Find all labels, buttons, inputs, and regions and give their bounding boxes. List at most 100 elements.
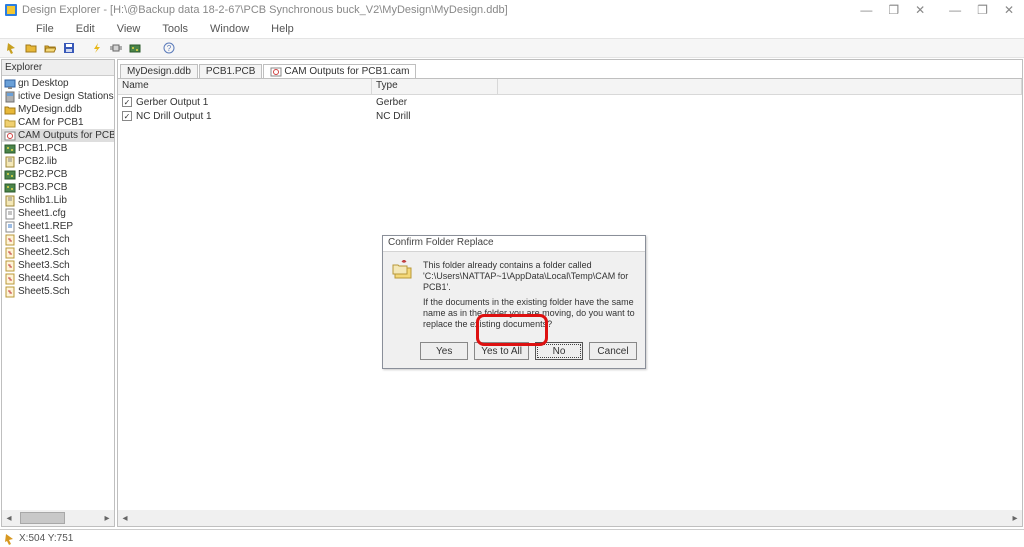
- tree-item[interactable]: Sheet3.Sch: [2, 259, 114, 272]
- toolbar-folder-icon[interactable]: [23, 40, 39, 56]
- title-bar: Design Explorer - [H:\@Backup data 18-2-…: [0, 0, 1024, 20]
- pcb-icon: [4, 169, 16, 181]
- content-scrollbar[interactable]: ◂ ▸: [118, 510, 1022, 526]
- rep-icon: [4, 221, 16, 233]
- dialog-line2: If the documents in the existing folder …: [423, 297, 637, 330]
- tree-item[interactable]: ictive Design Stations: [2, 90, 114, 103]
- col-type[interactable]: Type: [372, 79, 498, 94]
- checkbox[interactable]: ✓: [122, 97, 132, 107]
- maximize-button[interactable]: ❐: [977, 3, 988, 17]
- tree-item[interactable]: PCB2.PCB: [2, 168, 114, 181]
- document-tab[interactable]: CAM Outputs for PCB1.cam: [263, 64, 416, 78]
- toolbar-lightning-icon[interactable]: [89, 40, 105, 56]
- tree-item[interactable]: gn Desktop: [2, 77, 114, 90]
- toolbar-open-folder-icon[interactable]: [42, 40, 58, 56]
- cfg-icon: [4, 208, 16, 220]
- tree-item[interactable]: MyDesign.ddb: [2, 103, 114, 116]
- checkbox[interactable]: ✓: [122, 111, 132, 121]
- close-button[interactable]: ✕: [1004, 3, 1014, 17]
- menu-file[interactable]: File: [30, 22, 60, 36]
- sch-icon: [4, 260, 16, 272]
- menu-bar: File Edit View Tools Window Help: [0, 20, 1024, 38]
- menu-tools[interactable]: Tools: [156, 22, 194, 36]
- ddb-icon: [4, 104, 16, 116]
- confirm-dialog: Confirm Folder Replace This folder alrea…: [382, 235, 646, 369]
- toolbar-help-icon[interactable]: ?: [161, 40, 177, 56]
- yes-button[interactable]: Yes: [420, 342, 468, 360]
- tree-item[interactable]: Schlib1.Lib: [2, 194, 114, 207]
- tree-item[interactable]: CAM for PCB1: [2, 116, 114, 129]
- dialog-line1: This folder already contains a folder ca…: [423, 260, 637, 271]
- tab-label: PCB1.PCB: [206, 66, 255, 77]
- tree-item[interactable]: PCB1.PCB: [2, 142, 114, 155]
- tree-item[interactable]: PCB2.lib: [2, 155, 114, 168]
- toolbar-board-icon[interactable]: [127, 40, 143, 56]
- tree-item[interactable]: PCB3.PCB: [2, 181, 114, 194]
- content-scroll-right-icon[interactable]: ▸: [1008, 511, 1022, 525]
- window-controls: — ❐ ✕: [949, 3, 1020, 17]
- tree-item[interactable]: Sheet1.cfg: [2, 207, 114, 220]
- tree-label: PCB1.PCB: [18, 143, 67, 154]
- app-icon: [4, 3, 18, 17]
- dialog-title: Confirm Folder Replace: [383, 236, 645, 252]
- svg-text:?: ?: [167, 44, 172, 53]
- no-button[interactable]: No: [535, 342, 583, 360]
- document-tab[interactable]: PCB1.PCB: [199, 64, 262, 78]
- child-restore-button[interactable]: ❐: [888, 3, 899, 17]
- explorer-scrollbar[interactable]: ◂ ▸: [2, 510, 114, 526]
- tree-label: PCB2.lib: [18, 156, 57, 167]
- scroll-thumb[interactable]: [20, 512, 65, 524]
- toolbar: ?: [0, 38, 1024, 58]
- document-tab[interactable]: MyDesign.ddb: [120, 64, 198, 78]
- list-row[interactable]: ✓ Gerber Output 1 Gerber: [118, 95, 1022, 109]
- col-name[interactable]: Name: [118, 79, 372, 94]
- content-scroll-left-icon[interactable]: ◂: [118, 511, 132, 525]
- sch-icon: [4, 286, 16, 298]
- tree-item[interactable]: Sheet2.Sch: [2, 246, 114, 259]
- document-tabs: MyDesign.ddb PCB1.PCB CAM Outputs for PCB1…: [118, 60, 1022, 78]
- tree-label: Sheet2.Sch: [18, 247, 70, 258]
- menu-help[interactable]: Help: [265, 22, 300, 36]
- tree-item[interactable]: Sheet4.Sch: [2, 272, 114, 285]
- tree-label: MyDesign.ddb: [18, 104, 82, 115]
- explorer-tree[interactable]: gn Desktopictive Design StationsMyDesign…: [2, 76, 114, 510]
- tree-label: PCB3.PCB: [18, 182, 67, 193]
- tree-item[interactable]: Sheet1.REP: [2, 220, 114, 233]
- minimize-button[interactable]: —: [949, 3, 961, 17]
- toolbar-save-icon[interactable]: [61, 40, 77, 56]
- row-name: Gerber Output 1: [136, 97, 208, 108]
- menu-edit[interactable]: Edit: [70, 22, 101, 36]
- tree-item[interactable]: CAM Outputs for PCB1.cam: [2, 129, 114, 142]
- tree-label: Sheet1.cfg: [18, 208, 66, 219]
- desktop-icon: [4, 78, 16, 90]
- tree-label: gn Desktop: [18, 78, 69, 89]
- status-cursor-icon: [4, 533, 16, 545]
- menu-view[interactable]: View: [111, 22, 147, 36]
- dialog-buttons: Yes Yes to All No Cancel: [383, 338, 645, 368]
- tab-label: CAM Outputs for PCB1.cam: [284, 66, 409, 77]
- tree-item[interactable]: Sheet5.Sch: [2, 285, 114, 298]
- dialog-path: 'C:\Users\NATTAP~1\AppData\Local\Temp\CA…: [423, 271, 637, 293]
- sch-icon: [4, 247, 16, 259]
- tree-label: Sheet3.Sch: [18, 260, 70, 271]
- tree-label: Sheet1.Sch: [18, 234, 70, 245]
- tree-label: Sheet1.REP: [18, 221, 73, 232]
- folder-icon: [4, 117, 16, 129]
- toolbar-chip-icon[interactable]: [108, 40, 124, 56]
- lib-icon: [4, 156, 16, 168]
- col-rest[interactable]: [498, 79, 1022, 94]
- tree-item[interactable]: Sheet1.Sch: [2, 233, 114, 246]
- scroll-left-icon[interactable]: ◂: [2, 511, 16, 525]
- list-row[interactable]: ✓NC Drill Output 1NC Drill: [118, 109, 1022, 123]
- cancel-button[interactable]: Cancel: [589, 342, 637, 360]
- menu-window[interactable]: Window: [204, 22, 255, 36]
- sch-icon: [4, 273, 16, 285]
- cam-icon: [270, 66, 281, 77]
- scroll-right-icon[interactable]: ▸: [100, 511, 114, 525]
- child-minimize-button[interactable]: —: [860, 3, 872, 17]
- window-title: Design Explorer - [H:\@Backup data 18-2-…: [22, 4, 860, 16]
- row-type: Gerber: [372, 97, 498, 108]
- toolbar-pointer-icon[interactable]: [4, 40, 20, 56]
- yes-to-all-button[interactable]: Yes to All: [474, 342, 529, 360]
- child-close-button[interactable]: ✕: [915, 3, 925, 17]
